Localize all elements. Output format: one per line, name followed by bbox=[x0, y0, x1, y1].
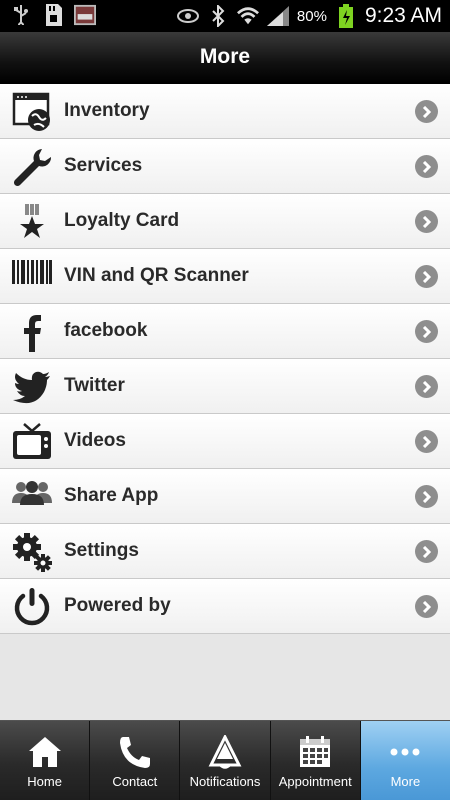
chevron-right-icon bbox=[415, 485, 438, 508]
menu-item-label: Powered by bbox=[64, 595, 171, 616]
status-bar: 80% 9:23 AM bbox=[0, 0, 450, 32]
menu-item-label: Twitter bbox=[64, 375, 125, 396]
gears-icon bbox=[12, 532, 52, 572]
inventory-globe-icon bbox=[12, 92, 52, 132]
tab-appointment[interactable]: Appointment bbox=[270, 721, 361, 800]
power-icon bbox=[12, 587, 52, 627]
tab-label: Home bbox=[27, 774, 62, 789]
menu-item-share-app[interactable]: Share App bbox=[0, 469, 450, 524]
menu-item-loyalty-card[interactable]: Loyalty Card bbox=[0, 194, 450, 249]
chevron-right-icon bbox=[415, 540, 438, 563]
tab-label: Appointment bbox=[278, 774, 352, 789]
tab-more[interactable]: More bbox=[360, 721, 450, 800]
menu-item-twitter[interactable]: Twitter bbox=[0, 359, 450, 414]
chevron-right-icon bbox=[415, 100, 438, 123]
menu-item-inventory[interactable]: Inventory bbox=[0, 84, 450, 139]
menu-item-label: Inventory bbox=[64, 100, 150, 121]
battery-percent: 80% bbox=[296, 7, 327, 25]
home-icon bbox=[0, 735, 89, 771]
wifi-icon bbox=[236, 5, 259, 27]
users-icon bbox=[12, 477, 52, 517]
barcode-icon bbox=[12, 257, 52, 297]
chevron-right-icon bbox=[415, 430, 438, 453]
battery-charging-icon bbox=[335, 4, 357, 28]
chevron-right-icon bbox=[415, 595, 438, 618]
menu-list: Inventory Services Loyalty Card VIN and … bbox=[0, 84, 450, 634]
chevron-right-icon bbox=[415, 375, 438, 398]
usb-icon bbox=[10, 4, 32, 26]
wrench-icon bbox=[12, 147, 52, 187]
menu-item-videos[interactable]: Videos bbox=[0, 414, 450, 469]
page-title: More bbox=[199, 45, 251, 68]
calendar-icon bbox=[271, 735, 360, 771]
chevron-right-icon bbox=[415, 265, 438, 288]
bluetooth-icon bbox=[207, 5, 229, 27]
menu-item-services[interactable]: Services bbox=[0, 139, 450, 194]
chevron-right-icon bbox=[415, 155, 438, 178]
tab-label: Notifications bbox=[189, 774, 261, 789]
image-thumbnail-icon bbox=[74, 4, 96, 26]
chevron-right-icon bbox=[415, 210, 438, 233]
tv-icon bbox=[12, 422, 52, 462]
app-header: More bbox=[0, 32, 450, 84]
sd-card-icon bbox=[42, 4, 64, 26]
tab-home[interactable]: Home bbox=[0, 721, 91, 800]
more-dots-icon bbox=[361, 735, 450, 771]
menu-item-label: Services bbox=[64, 155, 143, 176]
menu-item-facebook[interactable]: facebook bbox=[0, 304, 450, 359]
menu-item-label: Share App bbox=[64, 485, 159, 506]
medal-star-icon bbox=[12, 202, 52, 242]
chevron-right-icon bbox=[415, 320, 438, 343]
clock: 9:23 AM bbox=[364, 4, 442, 27]
signal-icon bbox=[266, 5, 289, 27]
tab-contact[interactable]: Contact bbox=[90, 721, 181, 800]
tab-label: More bbox=[390, 774, 421, 789]
menu-item-label: VIN and QR Scanner bbox=[64, 265, 249, 286]
bottom-tab-bar: Home Contact Notifications Appointment M… bbox=[0, 720, 450, 800]
eye-icon bbox=[176, 5, 199, 27]
tab-notifications[interactable]: Notifications bbox=[180, 721, 271, 800]
tab-label: Contact bbox=[112, 774, 158, 789]
menu-item-settings[interactable]: Settings bbox=[0, 524, 450, 579]
menu-item-vin-qr-scanner[interactable]: VIN and QR Scanner bbox=[0, 249, 450, 304]
facebook-icon bbox=[12, 312, 52, 352]
menu-item-label: Settings bbox=[64, 540, 139, 561]
menu-item-label: Videos bbox=[64, 430, 126, 451]
menu-item-label: facebook bbox=[64, 320, 148, 341]
twitter-bird-icon bbox=[12, 367, 52, 407]
megaphone-icon bbox=[180, 735, 269, 771]
menu-item-powered-by[interactable]: Powered by bbox=[0, 579, 450, 634]
menu-item-label: Loyalty Card bbox=[64, 210, 180, 231]
phone-icon bbox=[90, 735, 179, 771]
